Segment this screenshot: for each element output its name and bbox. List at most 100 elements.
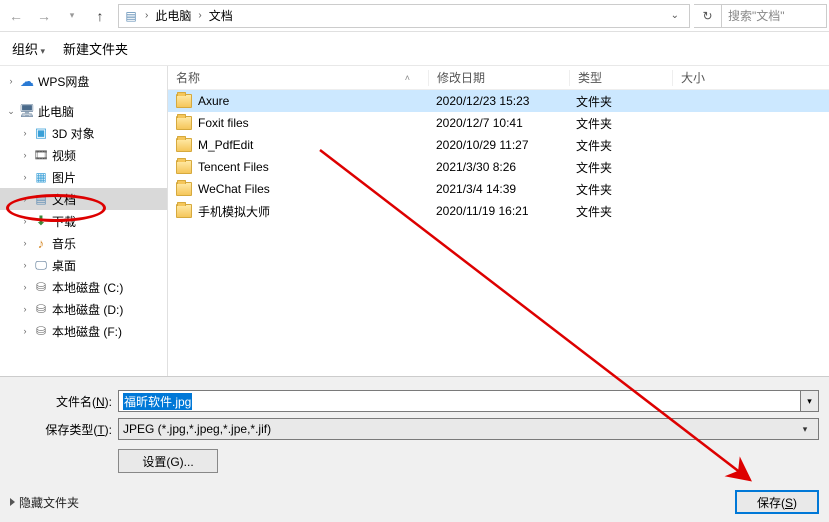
- tree-item-pictures[interactable]: › ▦ 图片: [0, 166, 167, 188]
- breadcrumb[interactable]: ▤ › 此电脑 › 文档 ⌄: [118, 4, 690, 28]
- filename-label: 文件名(N):: [10, 393, 118, 410]
- breadcrumb-item[interactable]: 此电脑: [154, 7, 192, 24]
- tree-item-downloads[interactable]: › ⬇ 下载: [0, 210, 167, 232]
- tree-label: 此电脑: [38, 103, 74, 120]
- folder-icon: [176, 204, 192, 218]
- tree-item-documents[interactable]: › ▤ 文档: [0, 188, 167, 210]
- file-name: Foxit files: [198, 116, 249, 130]
- tree-label: 图片: [52, 169, 76, 186]
- file-row[interactable]: WeChat Files 2021/3/4 14:39 文件夹: [168, 178, 829, 200]
- file-row[interactable]: M_PdfEdit 2020/10/29 11:27 文件夹: [168, 134, 829, 156]
- folder-tree[interactable]: › ☁ WPS网盘 ⌄ 🖥 此电脑 › ▣ 3D 对象 › 🎞 视频 › ▦ 图…: [0, 66, 168, 376]
- folder-icon: [176, 160, 192, 174]
- expand-arrow-icon[interactable]: ›: [18, 150, 32, 160]
- expand-arrow-icon[interactable]: ›: [18, 238, 32, 248]
- up-button[interactable]: ↑: [86, 1, 114, 31]
- collapse-arrow-icon[interactable]: ⌄: [4, 106, 18, 117]
- save-button[interactable]: 保存(S): [735, 490, 819, 514]
- tree-item-wps[interactable]: › ☁ WPS网盘: [0, 70, 167, 92]
- desktop-icon: 🖵: [32, 256, 50, 274]
- expand-arrow-icon[interactable]: ›: [18, 194, 32, 204]
- breadcrumb-item[interactable]: 文档: [208, 7, 234, 24]
- file-row[interactable]: Tencent Files 2021/3/30 8:26 文件夹: [168, 156, 829, 178]
- filetype-value: JPEG (*.jpg,*.jpeg,*.jpe,*.jif): [123, 422, 271, 436]
- file-date: 2020/12/23 15:23: [428, 94, 568, 108]
- expand-arrow-icon[interactable]: ›: [18, 128, 32, 138]
- chevron-right-icon: ›: [192, 10, 207, 21]
- file-type: 文件夹: [568, 137, 670, 154]
- tree-label: 音乐: [52, 235, 76, 252]
- top-navigation: ← → ▾ ↑ ▤ › 此电脑 › 文档 ⌄ ↻ 搜索"文档": [0, 0, 829, 32]
- refresh-button[interactable]: ↻: [694, 4, 722, 28]
- folder-icon: [176, 94, 192, 108]
- search-placeholder: 搜索"文档": [728, 7, 785, 24]
- wps-icon: ☁: [18, 72, 36, 90]
- settings-button[interactable]: 设置(G)...: [118, 449, 218, 473]
- file-name: 手机模拟大师: [198, 203, 270, 220]
- filetype-label: 保存类型(T):: [10, 421, 118, 438]
- save-panel: 文件名(N): 福昕软件.jpg ▾ 保存类型(T): JPEG (*.jpg,…: [0, 376, 829, 522]
- tree-item-music[interactable]: › ♪ 音乐: [0, 232, 167, 254]
- hide-folders-toggle[interactable]: 隐藏文件夹: [10, 494, 79, 511]
- file-date: 2020/11/19 16:21: [428, 204, 568, 218]
- file-name: WeChat Files: [198, 182, 270, 196]
- file-row[interactable]: Foxit files 2020/12/7 10:41 文件夹: [168, 112, 829, 134]
- expand-arrow-icon[interactable]: ›: [18, 326, 32, 336]
- file-date: 2020/10/29 11:27: [428, 138, 568, 152]
- column-header-date[interactable]: 修改日期: [429, 69, 569, 86]
- file-type: 文件夹: [568, 181, 670, 198]
- toolbar: 组织 新建文件夹: [0, 32, 829, 66]
- column-header-size[interactable]: 大小: [673, 69, 733, 86]
- file-type: 文件夹: [568, 115, 670, 132]
- folder-icon: [176, 138, 192, 152]
- caret-right-icon: [10, 498, 15, 506]
- tree-label: 本地磁盘 (D:): [52, 301, 123, 318]
- filename-input[interactable]: 福昕软件.jpg: [118, 390, 801, 412]
- tree-label: 下载: [52, 213, 76, 230]
- filename-value: 福昕软件.jpg: [123, 393, 192, 410]
- expand-arrow-icon[interactable]: ›: [18, 172, 32, 182]
- disk-icon: ⛁: [32, 322, 50, 340]
- file-type: 文件夹: [568, 159, 670, 176]
- file-date: 2020/12/7 10:41: [428, 116, 568, 130]
- expand-arrow-icon[interactable]: ›: [4, 76, 18, 86]
- organize-menu[interactable]: 组织: [12, 39, 45, 58]
- folder-icon: [176, 182, 192, 196]
- file-date: 2021/3/30 8:26: [428, 160, 568, 174]
- 3d-icon: ▣: [32, 124, 50, 142]
- picture-icon: ▦: [32, 168, 50, 186]
- filename-history-dropdown[interactable]: ▾: [801, 390, 819, 412]
- filetype-select[interactable]: JPEG (*.jpg,*.jpeg,*.jpe,*.jif) ▾: [118, 418, 819, 440]
- file-name: Tencent Files: [198, 160, 269, 174]
- recent-dropdown[interactable]: ▾: [58, 1, 86, 31]
- tree-item-this-pc[interactable]: ⌄ 🖥 此电脑: [0, 100, 167, 122]
- music-icon: ♪: [32, 234, 50, 252]
- file-row[interactable]: 手机模拟大师 2020/11/19 16:21 文件夹: [168, 200, 829, 222]
- back-button[interactable]: ←: [2, 1, 30, 31]
- sort-indicator-icon: ˄: [405, 73, 410, 83]
- tree-label: 3D 对象: [52, 125, 95, 142]
- tree-item-3d[interactable]: › ▣ 3D 对象: [0, 122, 167, 144]
- file-row[interactable]: Axure 2020/12/23 15:23 文件夹: [168, 90, 829, 112]
- column-header-type[interactable]: 类型: [570, 69, 672, 86]
- tree-item-disk-d[interactable]: › ⛁ 本地磁盘 (D:): [0, 298, 167, 320]
- search-input[interactable]: 搜索"文档": [722, 4, 827, 28]
- expand-arrow-icon[interactable]: ›: [18, 282, 32, 292]
- expand-arrow-icon[interactable]: ›: [18, 260, 32, 270]
- tree-item-disk-c[interactable]: › ⛁ 本地磁盘 (C:): [0, 276, 167, 298]
- column-header-name[interactable]: 名称 ˄: [168, 69, 428, 86]
- document-icon: ▤: [32, 190, 50, 208]
- chevron-down-icon[interactable]: ⌄: [665, 10, 685, 21]
- expand-arrow-icon[interactable]: ›: [18, 216, 32, 226]
- tree-item-disk-f[interactable]: › ⛁ 本地磁盘 (F:): [0, 320, 167, 342]
- disk-icon: ⛁: [32, 300, 50, 318]
- file-type: 文件夹: [568, 203, 670, 220]
- tree-label: 视频: [52, 147, 76, 164]
- new-folder-button[interactable]: 新建文件夹: [63, 39, 128, 58]
- main-area: › ☁ WPS网盘 ⌄ 🖥 此电脑 › ▣ 3D 对象 › 🎞 视频 › ▦ 图…: [0, 66, 829, 376]
- tree-item-videos[interactable]: › 🎞 视频: [0, 144, 167, 166]
- chevron-right-icon: ›: [139, 10, 154, 21]
- tree-label: WPS网盘: [38, 73, 89, 90]
- tree-item-desktop[interactable]: › 🖵 桌面: [0, 254, 167, 276]
- expand-arrow-icon[interactable]: ›: [18, 304, 32, 314]
